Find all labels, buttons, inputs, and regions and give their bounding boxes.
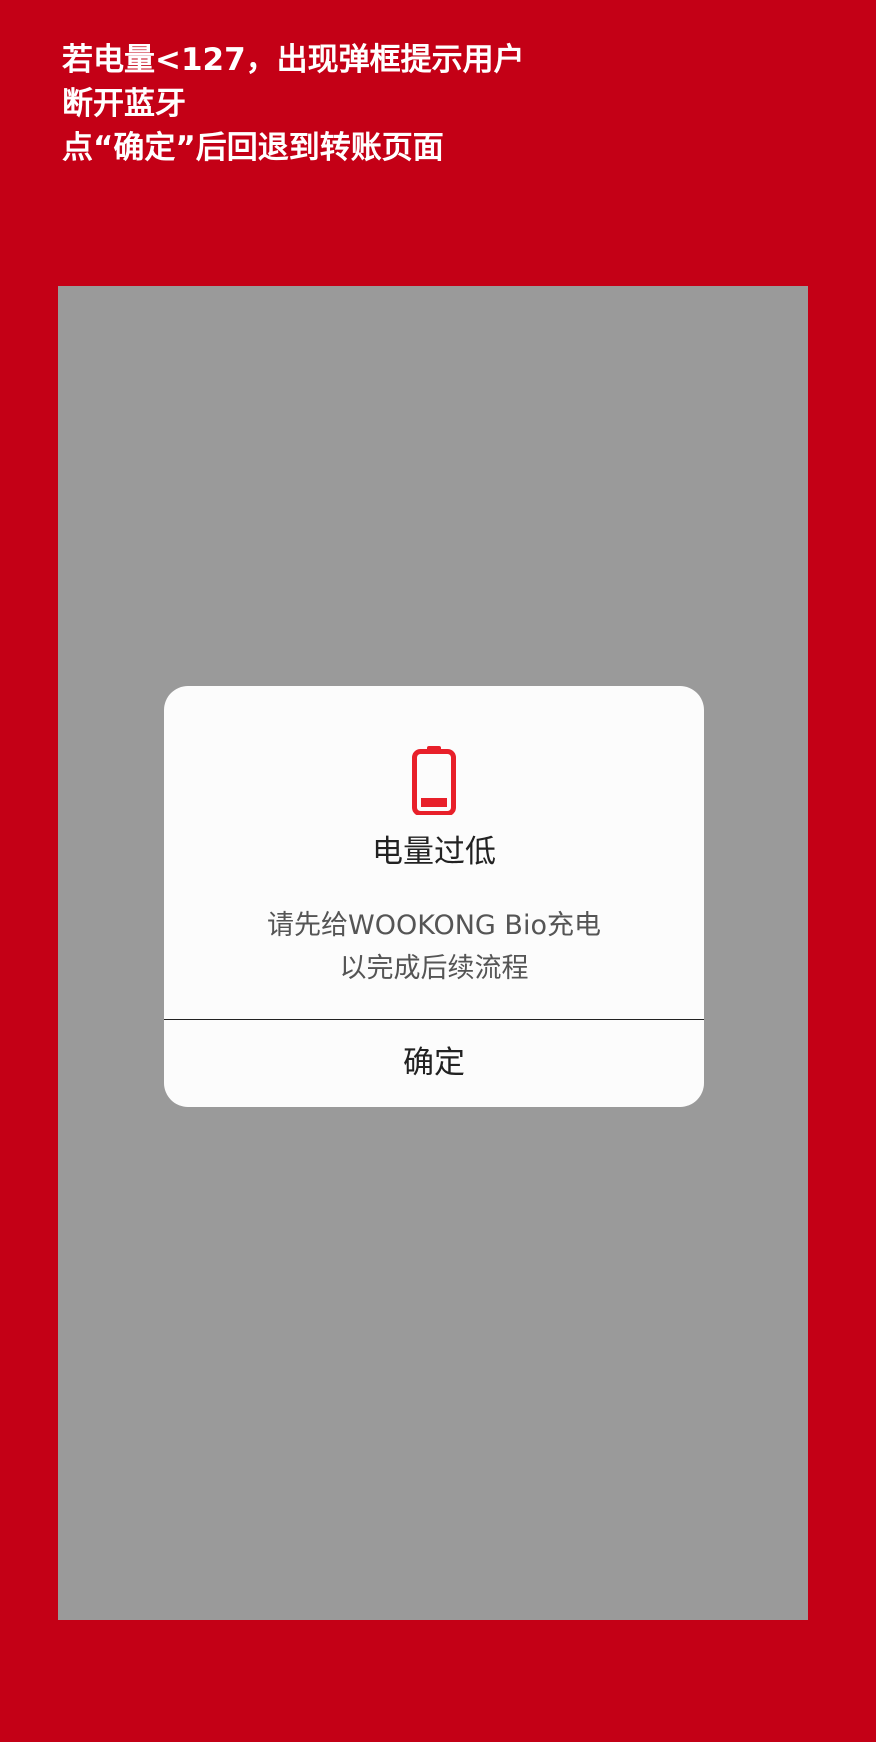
- battery-low-icon: [410, 745, 458, 816]
- annotation-line: 点“确定”后回退到转账页面: [62, 130, 444, 166]
- annotation-line: 若电量<127，出现弹框提示用户: [62, 42, 525, 78]
- annotation-line: 断开蓝牙: [62, 86, 186, 122]
- low-battery-alert-dialog: 电量过低 请先给WOOKONG Bio充电 以完成后续流程 确定: [164, 686, 704, 1107]
- dialog-message: 请先给WOOKONG Bio充电 以完成后续流程: [164, 904, 704, 990]
- dialog-message-line: 以完成后续流程: [339, 953, 529, 984]
- dialog-title: 电量过低: [372, 834, 496, 870]
- dialog-message-line: 请先给WOOKONG Bio充电: [267, 910, 601, 941]
- annotation-text: 若电量<127，出现弹框提示用户 断开蓝牙 点“确定”后回退到转账页面: [62, 38, 525, 170]
- phone-screen-overlay: 电量过低 请先给WOOKONG Bio充电 以完成后续流程 确定: [58, 286, 808, 1620]
- confirm-button[interactable]: 确定: [164, 1020, 704, 1107]
